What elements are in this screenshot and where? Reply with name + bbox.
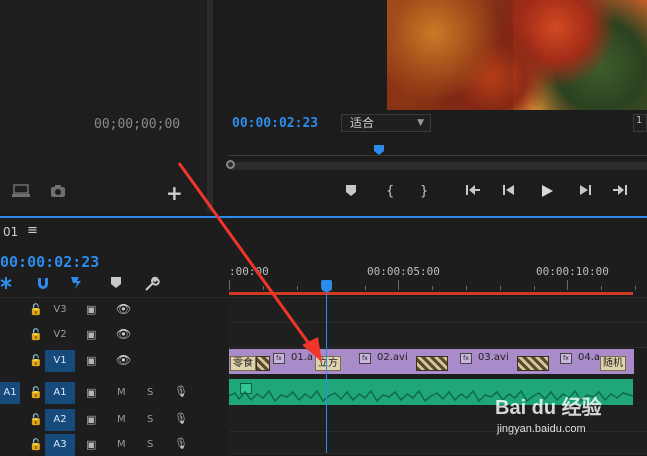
watermark-brand: Bai du 经验 (495, 397, 602, 419)
annotation-arrow (177, 162, 322, 362)
watermark-url: jingyan.baidu.com (497, 423, 586, 435)
